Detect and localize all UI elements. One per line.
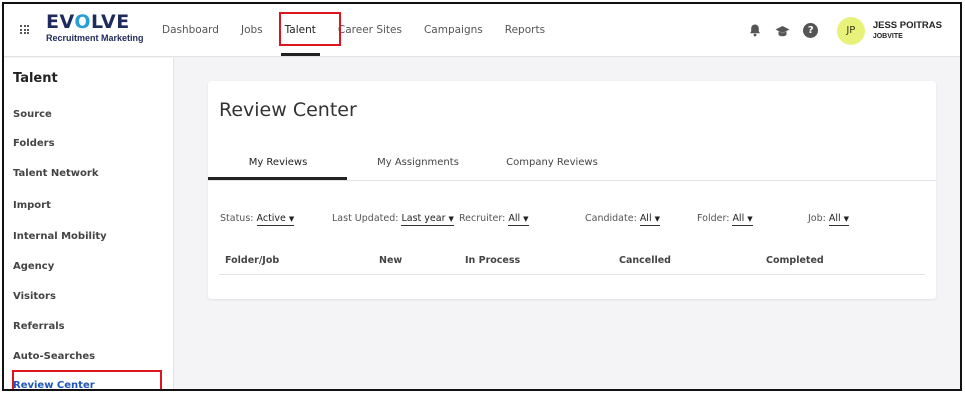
filter-folder-value[interactable]: All ▼: [732, 213, 753, 226]
tab-my-reviews[interactable]: My Reviews: [248, 157, 308, 168]
caret-down-icon: ▼: [523, 215, 529, 223]
top-nav: EVOLVE Recruitment Marketing Dashboard J…: [4, 4, 960, 57]
caret-down-icon: ▼: [747, 215, 753, 223]
filter-job-label: Job:: [808, 213, 826, 224]
sidebar-item-visitors[interactable]: Visitors: [13, 291, 56, 302]
caret-down-icon: ▼: [654, 215, 660, 223]
table-header-divider: [219, 274, 925, 275]
filter-job-value[interactable]: All ▼: [828, 213, 850, 226]
card-header: Review Center My Reviews My Assignments …: [208, 81, 936, 181]
sidebar-item-auto-searches[interactable]: Auto-Searches: [13, 351, 95, 362]
filter-candidate-label: Candidate:: [585, 213, 637, 224]
filter-recruiter[interactable]: Recruiter: All ▼: [459, 213, 529, 226]
sidebar-item-source[interactable]: Source: [13, 109, 52, 120]
sidebar-title: Talent: [13, 71, 58, 86]
nav-dashboard[interactable]: Dashboard: [162, 4, 219, 57]
sidebar: Talent Source Folders Talent Network Imp…: [4, 58, 174, 389]
nav-career-sites[interactable]: Career Sites: [338, 4, 402, 57]
logo-wordmark: EVOLVE: [46, 11, 130, 33]
caret-down-icon: ▼: [288, 215, 295, 223]
filter-status-value[interactable]: Active ▼: [256, 213, 295, 226]
main-nav: Dashboard Jobs Talent Career Sites Campa…: [162, 4, 567, 57]
sidebar-item-folders[interactable]: Folders: [13, 138, 55, 149]
column-header-completed[interactable]: Completed: [766, 255, 824, 266]
app-window: EVOLVE Recruitment Marketing Dashboard J…: [2, 2, 962, 391]
sidebar-item-agency[interactable]: Agency: [13, 261, 54, 272]
nav-utilities: ? JP JESS POITRAS JOBVITE: [735, 4, 942, 57]
nav-campaigns[interactable]: Campaigns: [424, 4, 483, 57]
column-header-new[interactable]: New: [379, 255, 402, 266]
nav-jobs[interactable]: Jobs: [241, 4, 263, 57]
filter-job[interactable]: Job: All ▼: [808, 213, 850, 226]
sidebar-item-import[interactable]: Import: [13, 200, 51, 211]
filter-recruiter-label: Recruiter:: [459, 213, 506, 224]
column-header-cancelled[interactable]: Cancelled: [619, 255, 671, 266]
filter-folder[interactable]: Folder: All ▼: [697, 213, 753, 226]
filter-last-updated[interactable]: Last Updated: Last year ▼: [332, 213, 454, 226]
filter-status[interactable]: Status: Active ▼: [220, 213, 295, 226]
tab-company-reviews[interactable]: Company Reviews: [506, 157, 598, 168]
caret-down-icon: ▼: [448, 215, 454, 223]
highlight-box-review-center: [12, 370, 162, 389]
logo-tagline: Recruitment Marketing: [46, 33, 144, 43]
sidebar-item-referrals[interactable]: Referrals: [13, 321, 65, 332]
user-org: JOBVITE: [872, 32, 903, 40]
column-header-folder-job[interactable]: Folder/Job: [225, 255, 279, 266]
filter-last-updated-label: Last Updated:: [332, 213, 399, 224]
highlight-box-talent-tab: [279, 12, 341, 46]
question-mark-icon: ?: [803, 23, 819, 38]
brand-logo[interactable]: EVOLVE Recruitment Marketing: [46, 12, 144, 43]
sidebar-item-talent-network[interactable]: Talent Network: [13, 168, 99, 179]
filter-recruiter-value[interactable]: All ▼: [508, 213, 529, 226]
filter-last-updated-value[interactable]: Last year ▼: [401, 213, 454, 226]
caret-down-icon: ▼: [843, 215, 850, 223]
filter-candidate[interactable]: Candidate: All ▼: [585, 213, 660, 226]
app-grid-icon[interactable]: [20, 25, 29, 34]
column-header-in-process[interactable]: In Process: [465, 255, 520, 266]
bell-icon[interactable]: [747, 23, 763, 39]
filter-candidate-value[interactable]: All ▼: [639, 213, 660, 226]
help-icon[interactable]: ?: [803, 23, 819, 39]
filter-folder-label: Folder:: [697, 213, 730, 224]
user-menu[interactable]: JESS POITRAS JOBVITE: [873, 20, 942, 42]
tab-my-assignments[interactable]: My Assignments: [375, 157, 461, 168]
nav-reports[interactable]: Reports: [505, 4, 545, 57]
avatar[interactable]: JP: [836, 16, 865, 45]
sidebar-item-internal-mobility[interactable]: Internal Mobility: [13, 231, 107, 242]
review-center-card: Review Center My Reviews My Assignments …: [208, 81, 936, 299]
filter-status-label: Status:: [220, 213, 254, 224]
graduation-cap-icon[interactable]: [775, 23, 791, 39]
active-tab-indicator: [208, 177, 347, 180]
page-title: Review Center: [219, 99, 357, 121]
user-name: JESS POITRAS: [872, 19, 942, 31]
